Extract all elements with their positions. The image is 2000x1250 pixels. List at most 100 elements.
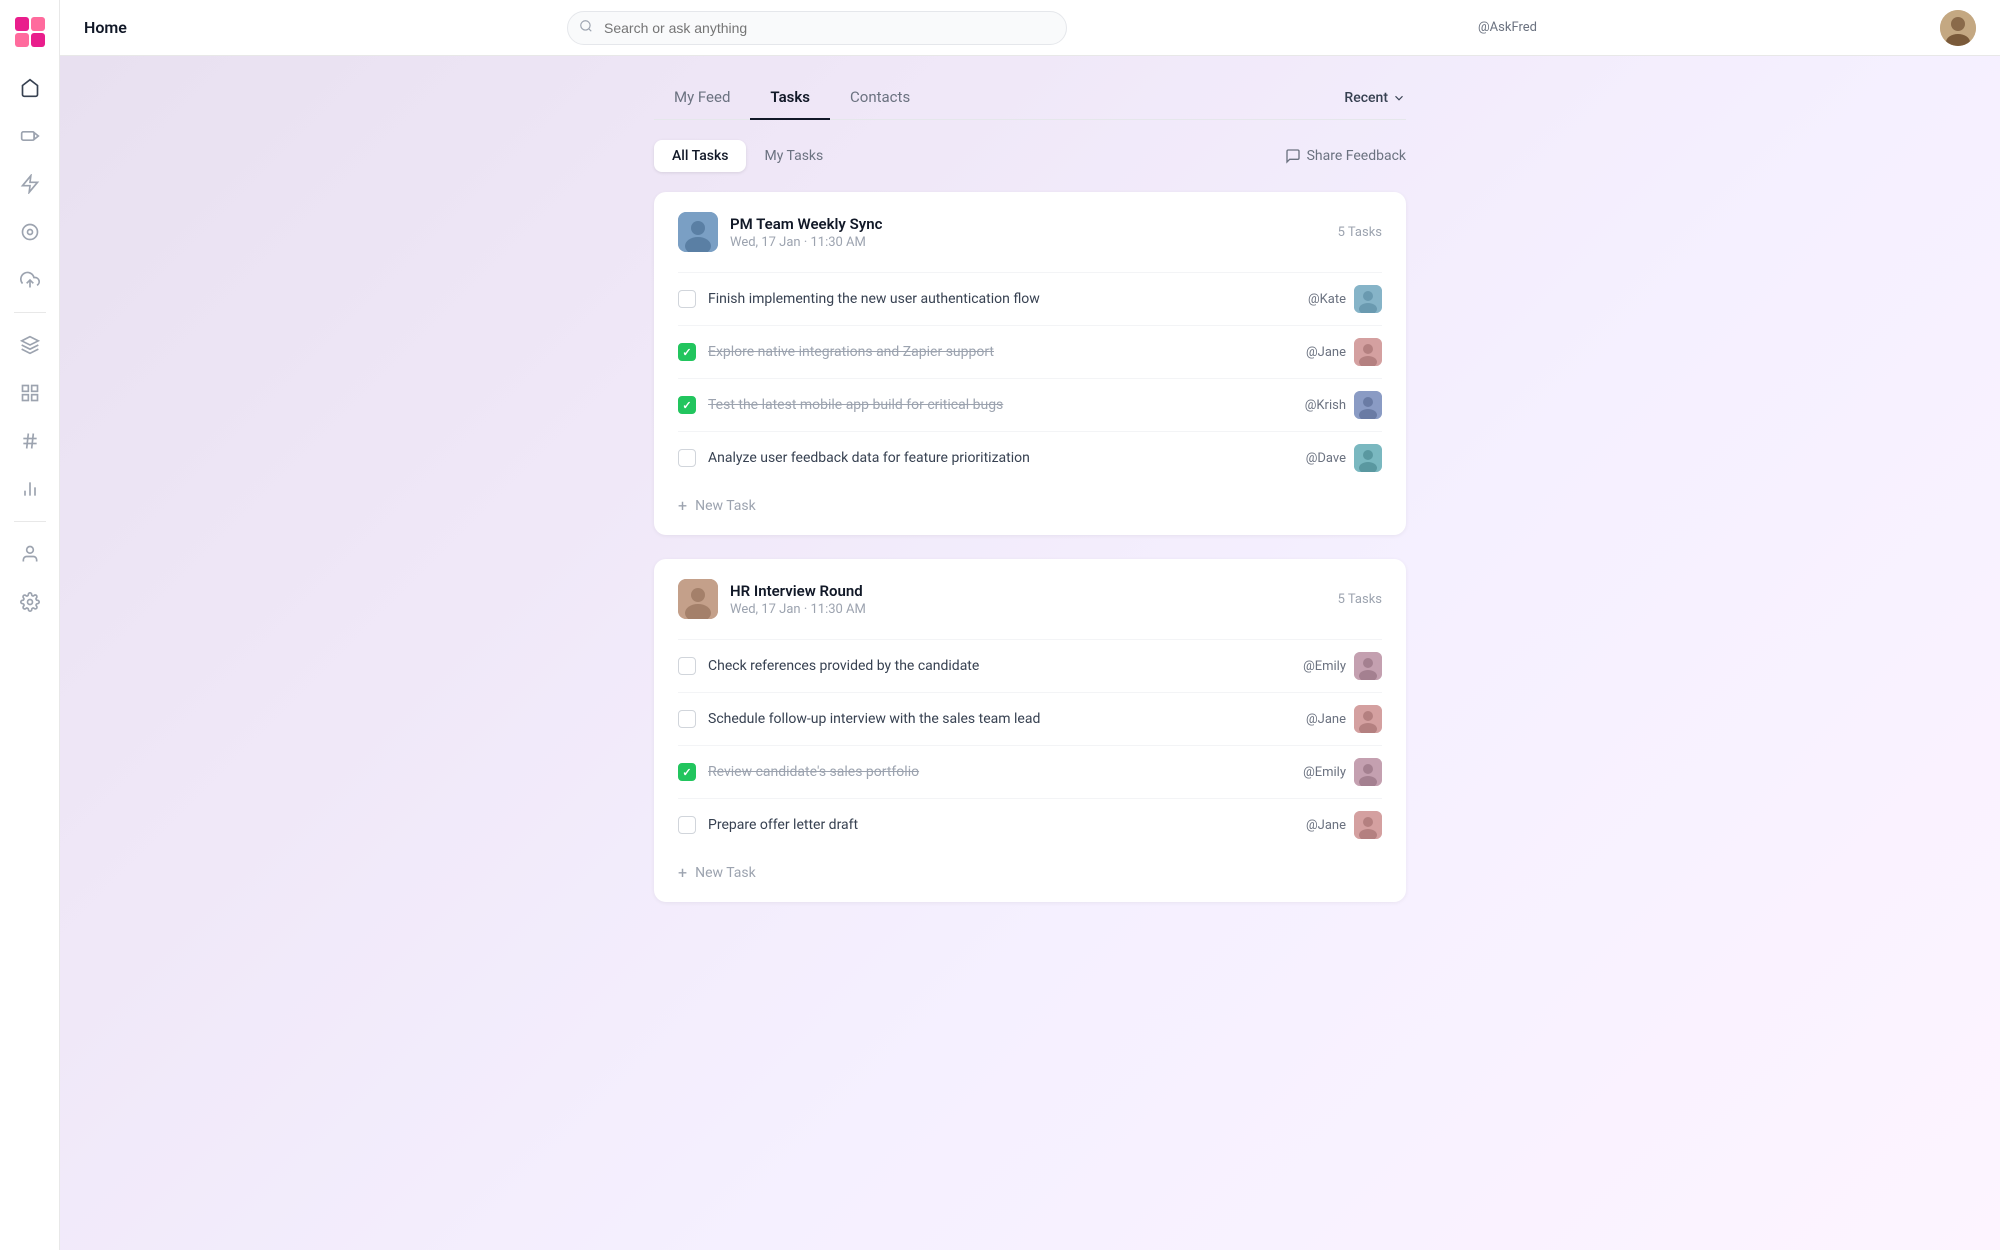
search-input[interactable] xyxy=(567,11,1067,45)
group-title-1: PM Team Weekly Sync xyxy=(730,215,1326,233)
assignee-name-1: @Kate xyxy=(1308,292,1346,307)
page-title: Home xyxy=(84,18,164,37)
chart-icon[interactable] xyxy=(10,469,50,509)
task-assignee-5: @Emily xyxy=(1303,652,1382,680)
assignee-name-7: @Emily xyxy=(1303,765,1346,780)
task-text-5: Check references provided by the candida… xyxy=(708,658,1291,674)
task-text-7: Review candidate's sales portfolio xyxy=(708,764,1291,780)
task-group-2: HR Interview Round Wed, 17 Jan · 11:30 A… xyxy=(654,559,1406,902)
new-task-button-1[interactable]: + New Task xyxy=(678,484,1382,515)
task-item-3: Test the latest mobile app build for cri… xyxy=(678,378,1382,431)
task-assignee-7: @Emily xyxy=(1303,758,1382,786)
assignee-avatar-2 xyxy=(1354,338,1382,366)
task-item-5: Check references provided by the candida… xyxy=(678,639,1382,692)
assignee-name-8: @Jane xyxy=(1306,818,1346,833)
new-task-button-2[interactable]: + New Task xyxy=(678,851,1382,882)
new-task-label-1: New Task xyxy=(695,498,756,514)
task-checkbox-8[interactable] xyxy=(678,816,696,834)
person-icon[interactable] xyxy=(10,534,50,574)
task-text-6: Schedule follow-up interview with the sa… xyxy=(708,711,1294,727)
new-task-label-2: New Task xyxy=(695,865,756,881)
ask-fred-label: @AskFred xyxy=(1478,20,1537,35)
task-item-6: Schedule follow-up interview with the sa… xyxy=(678,692,1382,745)
group-count-2: 5 Tasks xyxy=(1338,592,1382,607)
circle-icon[interactable] xyxy=(10,212,50,252)
assignee-name-5: @Emily xyxy=(1303,659,1346,674)
task-text-4: Analyze user feedback data for feature p… xyxy=(708,450,1294,466)
assignee-avatar-5 xyxy=(1354,652,1382,680)
main-area: Home @AskFred My Feed Tasks Cont xyxy=(60,0,2000,1250)
new-task-icon-1: + xyxy=(678,496,687,515)
task-checkbox-2[interactable] xyxy=(678,343,696,361)
task-checkbox-6[interactable] xyxy=(678,710,696,728)
recent-dropdown[interactable]: Recent xyxy=(1344,90,1406,106)
tab-tasks[interactable]: Tasks xyxy=(750,76,830,120)
assignee-avatar-4 xyxy=(1354,444,1382,472)
group-avatar-1 xyxy=(678,212,718,252)
task-item-7: Review candidate's sales portfolio @Emil… xyxy=(678,745,1382,798)
task-assignee-6: @Jane xyxy=(1306,705,1382,733)
task-assignee-8: @Jane xyxy=(1306,811,1382,839)
task-assignee-4: @Dave xyxy=(1306,444,1382,472)
content-area: My Feed Tasks Contacts Recent All Tasks … xyxy=(60,56,2000,1250)
layers-icon[interactable] xyxy=(10,325,50,365)
group-info-1: PM Team Weekly Sync Wed, 17 Jan · 11:30 … xyxy=(730,215,1326,250)
sidebar-divider xyxy=(14,312,46,313)
video-icon[interactable] xyxy=(10,116,50,156)
task-item-8: Prepare offer letter draft @Jane xyxy=(678,798,1382,851)
task-assignee-3: @Krish xyxy=(1305,391,1382,419)
settings-icon[interactable] xyxy=(10,582,50,622)
user-avatar[interactable] xyxy=(1940,10,1976,46)
task-assignee-1: @Kate xyxy=(1308,285,1382,313)
assignee-avatar-1 xyxy=(1354,285,1382,313)
assignee-name-3: @Krish xyxy=(1305,398,1346,413)
task-item-1: Finish implementing the new user authent… xyxy=(678,272,1382,325)
share-feedback-button[interactable]: Share Feedback xyxy=(1285,148,1406,164)
upload-icon[interactable] xyxy=(10,260,50,300)
new-task-icon-2: + xyxy=(678,863,687,882)
assignee-avatar-8 xyxy=(1354,811,1382,839)
assignee-avatar-6 xyxy=(1354,705,1382,733)
grid-icon[interactable] xyxy=(10,373,50,413)
lightning-icon[interactable] xyxy=(10,164,50,204)
sidebar-divider-2 xyxy=(14,521,46,522)
topbar: Home @AskFred xyxy=(60,0,2000,56)
task-item-4: Analyze user feedback data for feature p… xyxy=(678,431,1382,484)
assignee-name-4: @Dave xyxy=(1306,451,1346,466)
task-item-2: Explore native integrations and Zapier s… xyxy=(678,325,1382,378)
task-checkbox-7[interactable] xyxy=(678,763,696,781)
task-assignee-2: @Jane xyxy=(1306,338,1382,366)
tab-myfeed[interactable]: My Feed xyxy=(654,76,750,120)
group-info-2: HR Interview Round Wed, 17 Jan · 11:30 A… xyxy=(730,582,1326,617)
group-avatar-2 xyxy=(678,579,718,619)
assignee-avatar-7 xyxy=(1354,758,1382,786)
assignee-avatar-3 xyxy=(1354,391,1382,419)
task-group-1: PM Team Weekly Sync Wed, 17 Jan · 11:30 … xyxy=(654,192,1406,535)
home-icon[interactable] xyxy=(10,68,50,108)
task-group-header-1: PM Team Weekly Sync Wed, 17 Jan · 11:30 … xyxy=(678,212,1382,252)
task-checkbox-5[interactable] xyxy=(678,657,696,675)
search-icon xyxy=(579,19,593,37)
group-meta-2: Wed, 17 Jan · 11:30 AM xyxy=(730,602,1326,617)
task-text-1: Finish implementing the new user authent… xyxy=(708,291,1296,307)
sub-tabs: All Tasks My Tasks Share Feedback xyxy=(654,140,1406,172)
group-meta-1: Wed, 17 Jan · 11:30 AM xyxy=(730,235,1326,250)
assignee-name-2: @Jane xyxy=(1306,345,1346,360)
app-logo[interactable] xyxy=(14,16,46,48)
subtab-mytasks[interactable]: My Tasks xyxy=(746,140,841,172)
group-title-2: HR Interview Round xyxy=(730,582,1326,600)
group-count-1: 5 Tasks xyxy=(1338,225,1382,240)
task-group-header-2: HR Interview Round Wed, 17 Jan · 11:30 A… xyxy=(678,579,1382,619)
task-checkbox-1[interactable] xyxy=(678,290,696,308)
tab-contacts[interactable]: Contacts xyxy=(830,76,930,120)
nav-tabs: My Feed Tasks Contacts Recent xyxy=(654,76,1406,120)
task-checkbox-4[interactable] xyxy=(678,449,696,467)
search-container xyxy=(567,11,1067,45)
assignee-name-6: @Jane xyxy=(1306,712,1346,727)
task-text-8: Prepare offer letter draft xyxy=(708,817,1294,833)
task-checkbox-3[interactable] xyxy=(678,396,696,414)
hash-icon[interactable] xyxy=(10,421,50,461)
task-text-3: Test the latest mobile app build for cri… xyxy=(708,397,1293,413)
sidebar xyxy=(0,0,60,1250)
subtab-alltasks[interactable]: All Tasks xyxy=(654,140,746,172)
